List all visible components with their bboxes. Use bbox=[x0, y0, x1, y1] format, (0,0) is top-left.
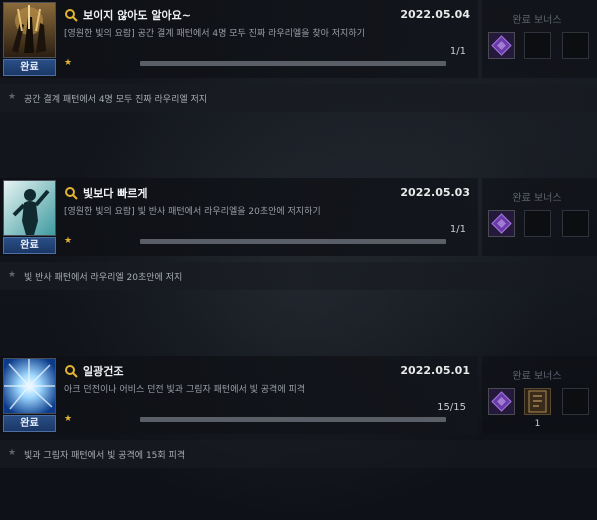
progress-count: 1/1 bbox=[449, 46, 466, 57]
achievement-date: 2022.05.01 bbox=[400, 364, 470, 377]
completion-bonus: 완료 보너스 1 bbox=[482, 356, 597, 434]
light-burst-icon bbox=[3, 358, 56, 414]
progress-bar bbox=[140, 239, 446, 244]
achievement-date: 2022.05.03 bbox=[400, 186, 470, 199]
achievement-icon-wrap: 완료 bbox=[3, 2, 56, 76]
objective-text: 공간 결계 패턴에서 4명 모두 진짜 라우리엘 저지 bbox=[24, 95, 208, 105]
achievement-card[interactable]: 완료 일광건조 2022.05.01 아크 던전이나 어비스 던전 빛과 그림자… bbox=[0, 356, 478, 434]
title-line: 보이지 않아도 알아요~ bbox=[64, 7, 191, 23]
achievement-icon-wrap: 완료 bbox=[3, 358, 56, 432]
objective-text: 빛과 그림자 패턴에서 빛 공격에 15회 피격 bbox=[24, 451, 186, 461]
achievement-description: 아크 던전이나 어비스 던전 빛과 그림자 패턴에서 빛 공격에 피격 bbox=[64, 385, 306, 395]
purple-rune-icon bbox=[489, 389, 514, 414]
reward-slot-empty bbox=[562, 32, 589, 59]
reward-slot-empty bbox=[524, 210, 551, 237]
reward-slot-card[interactable] bbox=[524, 388, 551, 415]
progress-count: 15/15 bbox=[437, 402, 466, 413]
reward-slot[interactable] bbox=[488, 210, 515, 237]
star-icon: ★ bbox=[64, 58, 73, 68]
card-item-icon bbox=[528, 390, 547, 413]
purple-rune-icon bbox=[489, 33, 514, 58]
completion-bonus: 완료 보너스 bbox=[482, 178, 597, 256]
progress-count: 1/1 bbox=[449, 224, 466, 235]
objective-star-icon: ★ bbox=[8, 92, 17, 102]
achievement-card[interactable]: 완료 보이지 않아도 알아요~ 2022.05.04 [영원한 빛의 요람] 공… bbox=[0, 0, 478, 78]
achievement-description: [영원한 빛의 요람] 공간 결계 패턴에서 4명 모두 진짜 라우리엘을 찾아… bbox=[64, 29, 365, 39]
status-badge: 완료 bbox=[3, 415, 56, 432]
bonus-header: 완료 보너스 bbox=[512, 15, 562, 26]
reward-slot-empty bbox=[562, 210, 589, 237]
star-icon: ★ bbox=[64, 414, 73, 424]
star-icon: ★ bbox=[64, 236, 73, 246]
achievement-card[interactable]: 완료 빛보다 빠르게 2022.05.03 [영원한 빛의 요람] 빛 반사 패… bbox=[0, 178, 478, 256]
progress-fill bbox=[140, 61, 446, 66]
achievement-description: [영원한 빛의 요람] 빛 반사 패턴에서 라우리엘을 20초안에 저지하기 bbox=[64, 207, 321, 217]
progress-bar bbox=[140, 61, 446, 66]
objective-text: 빛 반사 패턴에서 라우리엘 20초안에 저지 bbox=[24, 273, 183, 283]
objective-star-icon: ★ bbox=[8, 270, 17, 280]
bonus-header: 완료 보너스 bbox=[512, 371, 562, 382]
objective-row: ★ 공간 결계 패턴에서 4명 모두 진짜 라우리엘 저지 bbox=[0, 84, 597, 112]
achievement-title: 빛보다 빠르게 bbox=[83, 187, 148, 200]
title-line: 빛보다 빠르게 bbox=[64, 185, 148, 201]
bonus-header: 완료 보너스 bbox=[512, 193, 562, 204]
status-badge: 완료 bbox=[3, 59, 56, 76]
progress-bar bbox=[140, 417, 446, 422]
achievement-title: 일광건조 bbox=[83, 365, 124, 378]
progress-fill bbox=[140, 239, 446, 244]
weapons-trophy-icon bbox=[3, 2, 56, 58]
objective-row: ★ 빛과 그림자 패턴에서 빛 공격에 15회 피격 bbox=[0, 440, 597, 468]
reward-slot[interactable] bbox=[488, 388, 515, 415]
reward-slot-empty bbox=[524, 32, 551, 59]
status-badge: 완료 bbox=[3, 237, 56, 254]
achievement-entry[interactable]: 완료 일광건조 2022.05.01 아크 던전이나 어비스 던전 빛과 그림자… bbox=[0, 356, 597, 516]
silhouette-pose-icon bbox=[3, 180, 56, 236]
achievement-title: 보이지 않아도 알아요~ bbox=[83, 9, 191, 22]
reward-slot[interactable] bbox=[488, 32, 515, 59]
purple-rune-icon bbox=[489, 211, 514, 236]
achievement-entry[interactable]: 완료 보이지 않아도 알아요~ 2022.05.04 [영원한 빛의 요람] 공… bbox=[0, 0, 597, 160]
search-icon bbox=[65, 365, 78, 378]
objective-star-icon: ★ bbox=[8, 448, 17, 458]
reward-slot-empty bbox=[562, 388, 589, 415]
reward-quantity: 1 bbox=[534, 419, 541, 429]
objective-row: ★ 빛 반사 패턴에서 라우리엘 20초안에 저지 bbox=[0, 262, 597, 290]
progress-fill bbox=[140, 417, 446, 422]
achievement-date: 2022.05.04 bbox=[400, 8, 470, 21]
completion-bonus: 완료 보너스 bbox=[482, 0, 597, 78]
title-line: 일광건조 bbox=[64, 363, 123, 379]
search-icon bbox=[65, 187, 78, 200]
achievement-entry[interactable]: 완료 빛보다 빠르게 2022.05.03 [영원한 빛의 요람] 빛 반사 패… bbox=[0, 178, 597, 338]
search-icon bbox=[65, 9, 78, 22]
achievement-icon-wrap: 완료 bbox=[3, 180, 56, 254]
